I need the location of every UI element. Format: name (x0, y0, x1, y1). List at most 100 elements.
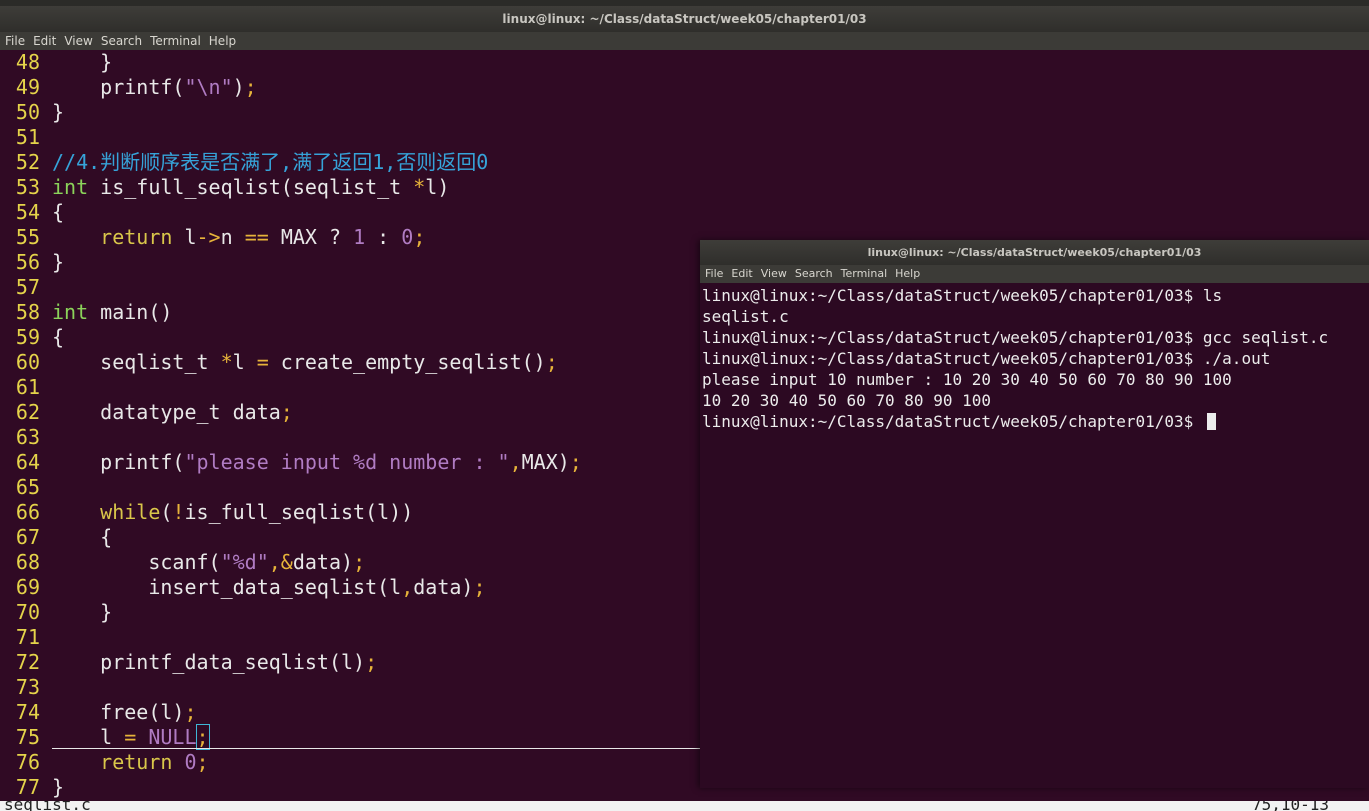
code-line: 53 int is_full_seqlist(seqlist_t *l) (0, 175, 449, 200)
line-number: 52 (15, 150, 40, 174)
code-line: 55 return l->n == MAX ? 1 : 0; (0, 225, 425, 250)
code-line: 65 (0, 475, 52, 500)
code-line: 64 printf("please input %d number : ",MA… (0, 450, 582, 475)
code-line: 73 (0, 675, 52, 700)
line-number: 76 (15, 750, 40, 774)
code-text: { (52, 325, 65, 349)
terminal-line: linux@linux:~/Class/dataStruct/week05/ch… (702, 286, 1223, 305)
code-line: 51 (0, 125, 52, 150)
code-text: int main() (52, 300, 173, 324)
terminal-menu-terminal[interactable]: Terminal (836, 265, 891, 283)
terminal-menu-help[interactable]: Help (890, 265, 923, 283)
code-text: } (52, 600, 113, 624)
line-number: 53 (15, 175, 40, 199)
line-number: 58 (15, 300, 40, 324)
code-text: scanf("%d",&data); (52, 550, 366, 574)
line-number: 70 (15, 600, 40, 624)
line-number: 49 (15, 75, 40, 99)
code-text: } (52, 100, 65, 124)
code-text: int is_full_seqlist(seqlist_t *l) (52, 175, 450, 199)
status-filename: seqlist.c (4, 801, 91, 811)
menu-bar: File Edit View Search Terminal Help (0, 32, 1369, 50)
line-number: 48 (15, 50, 40, 74)
code-line: 74 free(l); (0, 700, 197, 725)
code-text: printf("\n"); (52, 75, 257, 99)
code-line: 77} (0, 775, 64, 800)
terminal-output[interactable]: linux@linux:~/Class/dataStruct/week05/ch… (700, 283, 1369, 432)
code-text: datatype_t data; (52, 400, 293, 424)
code-text: l = NULL; (52, 724, 210, 750)
line-number: 69 (15, 575, 40, 599)
code-line: 66 while(!is_full_seqlist(l)) (0, 500, 413, 525)
cursor-line-underline (52, 748, 700, 749)
line-number: 75 (15, 725, 40, 749)
terminal-menu-edit[interactable]: Edit (726, 265, 755, 283)
menu-file[interactable]: File (0, 32, 28, 50)
code-text: free(l); (52, 700, 197, 724)
code-line: 72 printf_data_seqlist(l); (0, 650, 377, 675)
line-number: 72 (15, 650, 40, 674)
code-line: 67 { (0, 525, 112, 550)
menu-help[interactable]: Help (204, 32, 239, 50)
code-text: seqlist_t *l = create_empty_seqlist(); (52, 350, 558, 374)
code-text: { (52, 200, 65, 224)
line-number: 74 (15, 700, 40, 724)
terminal-menu-view[interactable]: View (756, 265, 790, 283)
terminal-menu-bar: File Edit View Search Terminal Help (700, 265, 1369, 283)
terminal-cursor (1206, 413, 1216, 430)
code-text: return l->n == MAX ? 1 : 0; (100, 225, 426, 249)
line-number: 57 (15, 275, 40, 299)
line-number: 73 (15, 675, 40, 699)
code-line: 60 seqlist_t *l = create_empty_seqlist()… (0, 350, 558, 375)
terminal-line: linux@linux:~/Class/dataStruct/week05/ch… (702, 349, 1271, 368)
terminal-menu-search[interactable]: Search (790, 265, 836, 283)
terminal-window[interactable]: linux@linux: ~/Class/dataStruct/week05/c… (700, 240, 1369, 788)
menu-edit[interactable]: Edit (28, 32, 59, 50)
terminal-line: please input 10 number : 10 20 30 40 50 … (702, 370, 1232, 389)
terminal-line: linux@linux:~/Class/dataStruct/week05/ch… (702, 328, 1329, 347)
code-text: { (52, 525, 113, 549)
code-line: 62 datatype_t data; (0, 400, 293, 425)
code-text: while(!is_full_seqlist(l)) (100, 500, 414, 524)
terminal-line: seqlist.c (702, 307, 789, 326)
code-line: 76 return 0; (0, 750, 209, 775)
terminal-title: linux@linux: ~/Class/dataStruct/week05/c… (700, 240, 1369, 265)
line-number: 64 (15, 450, 40, 474)
code-text: } (52, 50, 113, 74)
menu-search[interactable]: Search (96, 32, 145, 50)
code-line: 75 l = NULL; (0, 724, 210, 750)
code-line: 63 (0, 425, 52, 450)
line-number: 56 (15, 250, 40, 274)
line-number: 60 (15, 350, 40, 374)
code-line: 49 printf("\n"); (0, 75, 257, 100)
code-line: 57 (0, 275, 52, 300)
line-number: 67 (15, 525, 40, 549)
line-number: 61 (15, 375, 40, 399)
code-text: } (52, 775, 65, 799)
line-number: 54 (15, 200, 40, 224)
terminal-menu-file[interactable]: File (700, 265, 726, 283)
code-line: 54 { (0, 200, 64, 225)
code-line: 58 int main() (0, 300, 173, 325)
menu-view[interactable]: View (59, 32, 95, 50)
menu-terminal[interactable]: Terminal (145, 32, 204, 50)
code-line: 70 } (0, 600, 112, 625)
line-number: 50 (15, 100, 40, 124)
line-number: 77 (15, 775, 40, 799)
code-line: 68 scanf("%d",&data); (0, 550, 365, 575)
line-number: 66 (15, 500, 40, 524)
line-number: 55 (15, 225, 40, 249)
line-number: 68 (15, 550, 40, 574)
code-line: 61 (0, 375, 52, 400)
code-line: 52 //4.判断顺序表是否满了,满了返回1,否则返回0 (0, 150, 488, 175)
vim-status-bar: seqlist.c 75,10-13 (0, 801, 1369, 811)
line-number: 65 (15, 475, 40, 499)
code-line: 69 insert_data_seqlist(l,data); (0, 575, 486, 600)
code-line: 71 (0, 625, 52, 650)
code-text: return 0; (100, 750, 209, 774)
code-line: 56} (0, 250, 64, 275)
window-title: linux@linux: ~/Class/dataStruct/week05/c… (0, 6, 1369, 32)
line-number: 63 (15, 425, 40, 449)
line-number: 71 (15, 625, 40, 649)
code-text: //4.判断顺序表是否满了,满了返回1,否则返回0 (52, 150, 489, 174)
